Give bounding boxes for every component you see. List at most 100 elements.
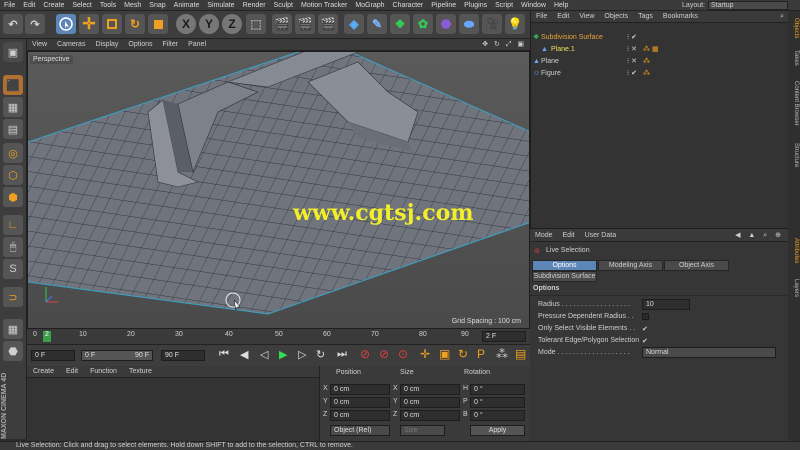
key-param-icon[interactable]: P xyxy=(477,347,485,361)
tab-objects[interactable]: Objects xyxy=(789,13,799,43)
scene-icon[interactable]: ⬬ xyxy=(459,14,479,34)
tag-icon[interactable]: ⁂ xyxy=(643,57,650,65)
visibility-dots-icon[interactable]: ⁝ ✔ xyxy=(627,33,637,41)
pressure-checkbox[interactable] xyxy=(642,313,649,320)
object-menu-bookmarks[interactable]: Bookmarks xyxy=(658,13,703,20)
rotation-h-field[interactable]: 0 ° xyxy=(470,384,525,395)
attribute-menu-mode[interactable]: Mode xyxy=(530,232,558,239)
render-picture-viewer-icon[interactable]: 🎬 xyxy=(295,14,315,34)
menu-file[interactable]: File xyxy=(0,2,19,9)
menu-character[interactable]: Character xyxy=(389,2,428,9)
object-row-plane[interactable]: ▲ Plane ⁝ ✕ ⁂ xyxy=(531,55,789,67)
menu-simulate[interactable]: Simulate xyxy=(203,2,238,9)
tab-layers[interactable]: Layers xyxy=(789,273,799,303)
pen-icon[interactable]: ✎ xyxy=(367,14,387,34)
menu-select[interactable]: Select xyxy=(68,2,95,9)
autokey-icon[interactable]: ⊘ xyxy=(379,347,389,361)
object-row-subdivision[interactable]: ❖ Subdivision Surface ⁝ ✔ xyxy=(531,31,789,43)
goto-end-icon[interactable]: ⏭ xyxy=(337,348,347,361)
start-frame-field[interactable]: 0 F xyxy=(31,350,75,361)
record-icon[interactable]: ⊘ xyxy=(360,347,370,361)
cloner-icon[interactable]: ✿ xyxy=(413,14,433,34)
undo-icon[interactable]: ↶ xyxy=(3,14,23,34)
tab-modeling-axis[interactable]: Modeling Axis xyxy=(598,260,663,271)
workplane-icon[interactable]: ▤ xyxy=(3,119,23,139)
visibility-dots-icon[interactable]: ⁝ ✕ xyxy=(627,45,637,53)
menu-motion-tracker[interactable]: Motion Tracker xyxy=(297,2,351,9)
position-z-field[interactable]: 0 cm xyxy=(330,410,390,421)
play-icon[interactable]: ▶ xyxy=(279,348,287,361)
snap-icon[interactable]: S xyxy=(3,259,23,279)
tweak-icon[interactable]: 🖱 xyxy=(3,237,23,257)
axis-y-button[interactable]: Y xyxy=(199,14,219,34)
viewport[interactable]: Perspective www.cgtsj.com Grid Spacing :… xyxy=(27,51,530,329)
subdivision-icon[interactable]: ❖ xyxy=(390,14,410,34)
magnet-icon[interactable]: ⊃ xyxy=(3,287,23,307)
menu-mesh[interactable]: Mesh xyxy=(120,2,145,9)
viewport-menu-filter[interactable]: Filter xyxy=(158,41,184,48)
coord-mode-select[interactable]: Object (Rel) xyxy=(330,425,390,436)
menu-mograph[interactable]: MoGraph xyxy=(351,2,388,9)
tab-content-browser[interactable]: Content Browser xyxy=(789,73,799,133)
camera-icon[interactable]: 🎥 xyxy=(482,14,502,34)
menu-animate[interactable]: Animate xyxy=(170,2,204,9)
goto-start-icon[interactable]: ⏮ xyxy=(219,348,229,361)
size-x-field[interactable]: 0 cm xyxy=(400,384,460,395)
prev-key-icon[interactable]: ◀ xyxy=(240,348,248,361)
radius-input[interactable]: 10 xyxy=(642,299,690,310)
light-icon[interactable]: 💡 xyxy=(505,14,525,34)
loop-icon[interactable]: ↻ xyxy=(316,348,325,361)
tab-structure[interactable]: Structure xyxy=(789,135,799,175)
viewport-menu-view[interactable]: View xyxy=(27,41,52,48)
size-mode-select[interactable]: Size xyxy=(400,425,445,436)
key-scale-icon[interactable]: ▣ xyxy=(439,347,450,361)
deformer-icon[interactable]: ⬣ xyxy=(436,14,456,34)
axis-z-button[interactable]: Z xyxy=(222,14,242,34)
menu-script[interactable]: Script xyxy=(491,2,517,9)
polygons-mode-icon[interactable]: ⬢ xyxy=(3,187,23,207)
menu-window[interactable]: Window xyxy=(517,2,550,9)
menu-snap[interactable]: Snap xyxy=(145,2,169,9)
axis-mode-icon[interactable]: ∟ xyxy=(3,215,23,235)
attribute-menu-user-data[interactable]: User Data xyxy=(580,232,622,239)
size-y-field[interactable]: 0 cm xyxy=(400,397,460,408)
render-view-icon[interactable]: 🎬 xyxy=(272,14,292,34)
object-row-figure[interactable]: ☺ Figure ⁝ ✔ ⁂ xyxy=(531,67,789,79)
visibility-dots-icon[interactable]: ⁝ ✕ xyxy=(627,57,637,65)
search-icon[interactable]: ⌕ xyxy=(780,13,788,21)
rotate-icon[interactable]: ↻ xyxy=(125,14,145,34)
object-menu-view[interactable]: View xyxy=(574,13,599,20)
attribute-menu-edit[interactable]: Edit xyxy=(558,232,580,239)
edges-mode-icon[interactable]: ⬡ xyxy=(3,165,23,185)
menu-tools[interactable]: Tools xyxy=(96,2,120,9)
key-position-icon[interactable]: ✛ xyxy=(420,347,430,361)
menu-sculpt[interactable]: Sculpt xyxy=(270,2,297,9)
tolerant-checkbox[interactable]: ✔ xyxy=(642,337,648,345)
viewport-menu-panel[interactable]: Panel xyxy=(183,41,211,48)
model-mode-icon[interactable]: ⬛ xyxy=(3,75,23,95)
viewport-menu-cameras[interactable]: Cameras xyxy=(52,41,90,48)
key-rotation-icon[interactable]: ↻ xyxy=(458,347,468,361)
tab-subdivision-surface[interactable]: Subdivision Surface xyxy=(532,271,597,282)
viewport-menu-options[interactable]: Options xyxy=(123,41,157,48)
tag-icon[interactable]: ⁂ ▦ xyxy=(643,45,659,53)
next-frame-icon[interactable]: ▷ xyxy=(298,348,306,361)
prev-frame-icon[interactable]: ◁ xyxy=(260,348,268,361)
workplane-grid-icon[interactable]: ▦ xyxy=(3,319,23,339)
key-pla-icon[interactable]: ⁂ xyxy=(496,347,508,361)
scale-icon[interactable] xyxy=(102,14,122,34)
material-menu-texture[interactable]: Texture xyxy=(123,368,158,375)
timeline-icon[interactable]: ▤ xyxy=(515,347,526,361)
tab-object-axis[interactable]: Object Axis xyxy=(664,260,729,271)
viewport-nav-icon[interactable]: ✥ ↻ ⤢ ▣ xyxy=(482,40,530,49)
cube-icon[interactable]: ◈ xyxy=(344,14,364,34)
tab-attributes[interactable]: Attributes xyxy=(789,231,799,271)
end-frame-field[interactable]: 90 F xyxy=(161,350,205,361)
visibility-dots-icon[interactable]: ⁝ ✔ xyxy=(627,69,637,77)
current-frame-field[interactable]: 2 F xyxy=(482,331,526,342)
viewport-menu-display[interactable]: Display xyxy=(90,41,123,48)
move-icon[interactable]: ✛ xyxy=(79,14,99,34)
menu-render[interactable]: Render xyxy=(239,2,270,9)
material-menu-function[interactable]: Function xyxy=(84,368,123,375)
lock-workplane-icon[interactable]: ⬣ xyxy=(3,341,23,361)
